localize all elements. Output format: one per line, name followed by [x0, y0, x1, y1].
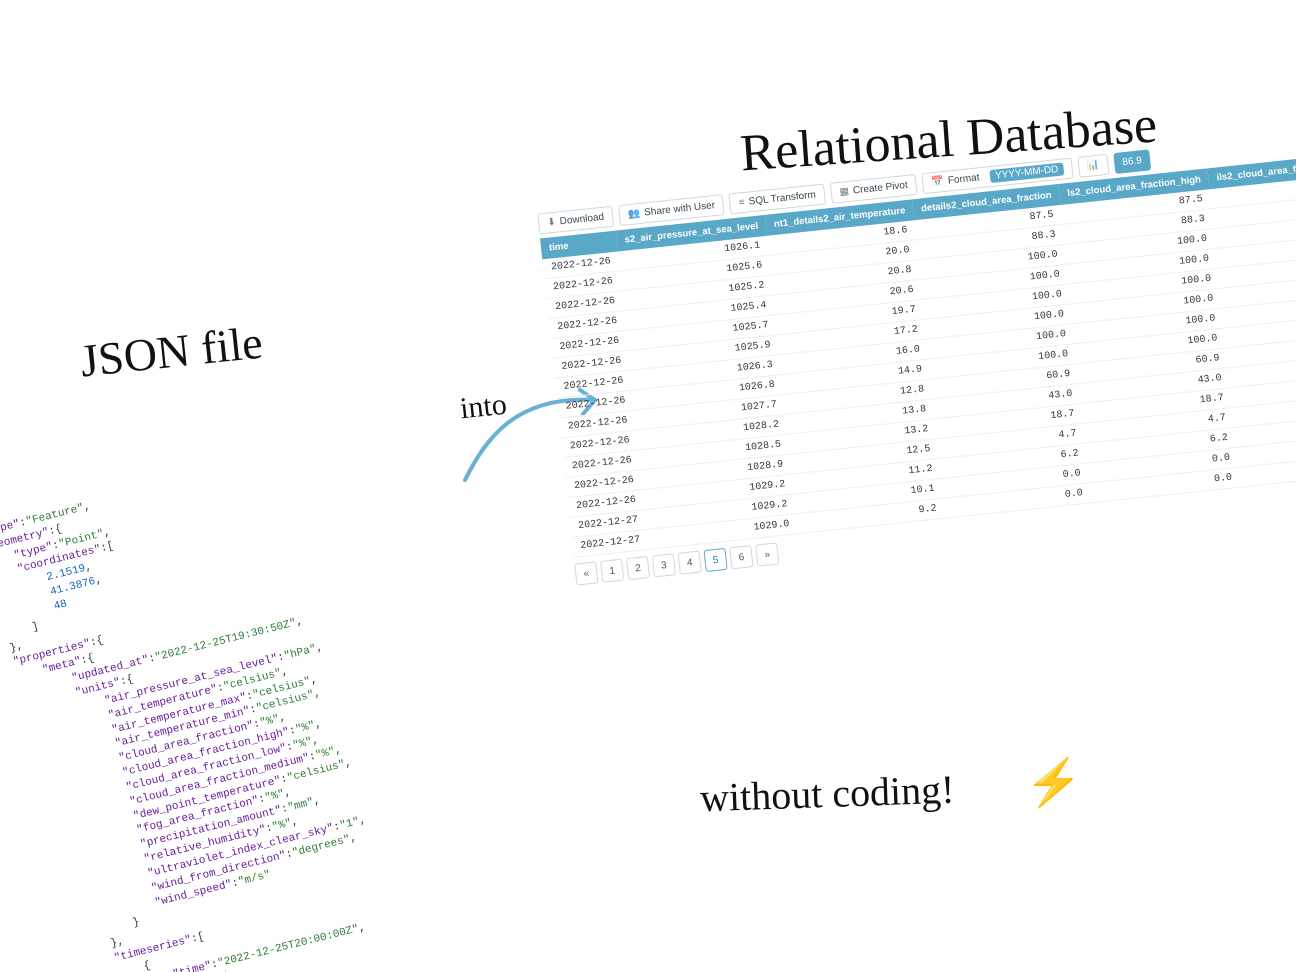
- pager-prev[interactable]: «: [574, 561, 598, 585]
- download-icon: ⬇: [547, 217, 556, 229]
- pager-next[interactable]: »: [755, 542, 779, 566]
- share-icon: 👥: [627, 208, 641, 220]
- lightning-icon: ⚡: [1025, 755, 1082, 810]
- share-label: Share with User: [644, 200, 716, 218]
- label-json-file: JSON file: [78, 316, 265, 388]
- format-label: Format: [947, 172, 980, 186]
- pager-page[interactable]: 3: [652, 553, 676, 577]
- pager-page[interactable]: 5: [704, 548, 728, 572]
- sql-label: SQL Transform: [748, 189, 816, 207]
- json-code-block: { "type":"Feature", "geometry":{ "type":…: [0, 408, 530, 972]
- format-value-pill: YYYY-MM-DD: [989, 162, 1063, 183]
- calendar-icon: 📅: [931, 176, 945, 188]
- chart-icon: 📊: [1087, 160, 1101, 172]
- pager-page[interactable]: 4: [678, 551, 702, 575]
- score-badge: 86.9: [1113, 149, 1150, 174]
- label-without-coding: without coding!: [699, 766, 955, 822]
- pager-page[interactable]: 6: [729, 545, 753, 569]
- pivot-icon: ▦: [839, 186, 850, 198]
- database-icon: ≡: [738, 197, 745, 209]
- label-into: into: [458, 388, 508, 427]
- download-label: Download: [559, 212, 604, 228]
- database-panel: ⬇Download 👥Share with User ≡SQL Transfor…: [537, 138, 1292, 585]
- download-button[interactable]: ⬇Download: [537, 206, 614, 235]
- chart-button[interactable]: 📊: [1077, 154, 1109, 178]
- pager-page[interactable]: 2: [626, 556, 650, 580]
- pager-page[interactable]: 1: [600, 559, 624, 583]
- pivot-label: Create Pivot: [852, 180, 908, 197]
